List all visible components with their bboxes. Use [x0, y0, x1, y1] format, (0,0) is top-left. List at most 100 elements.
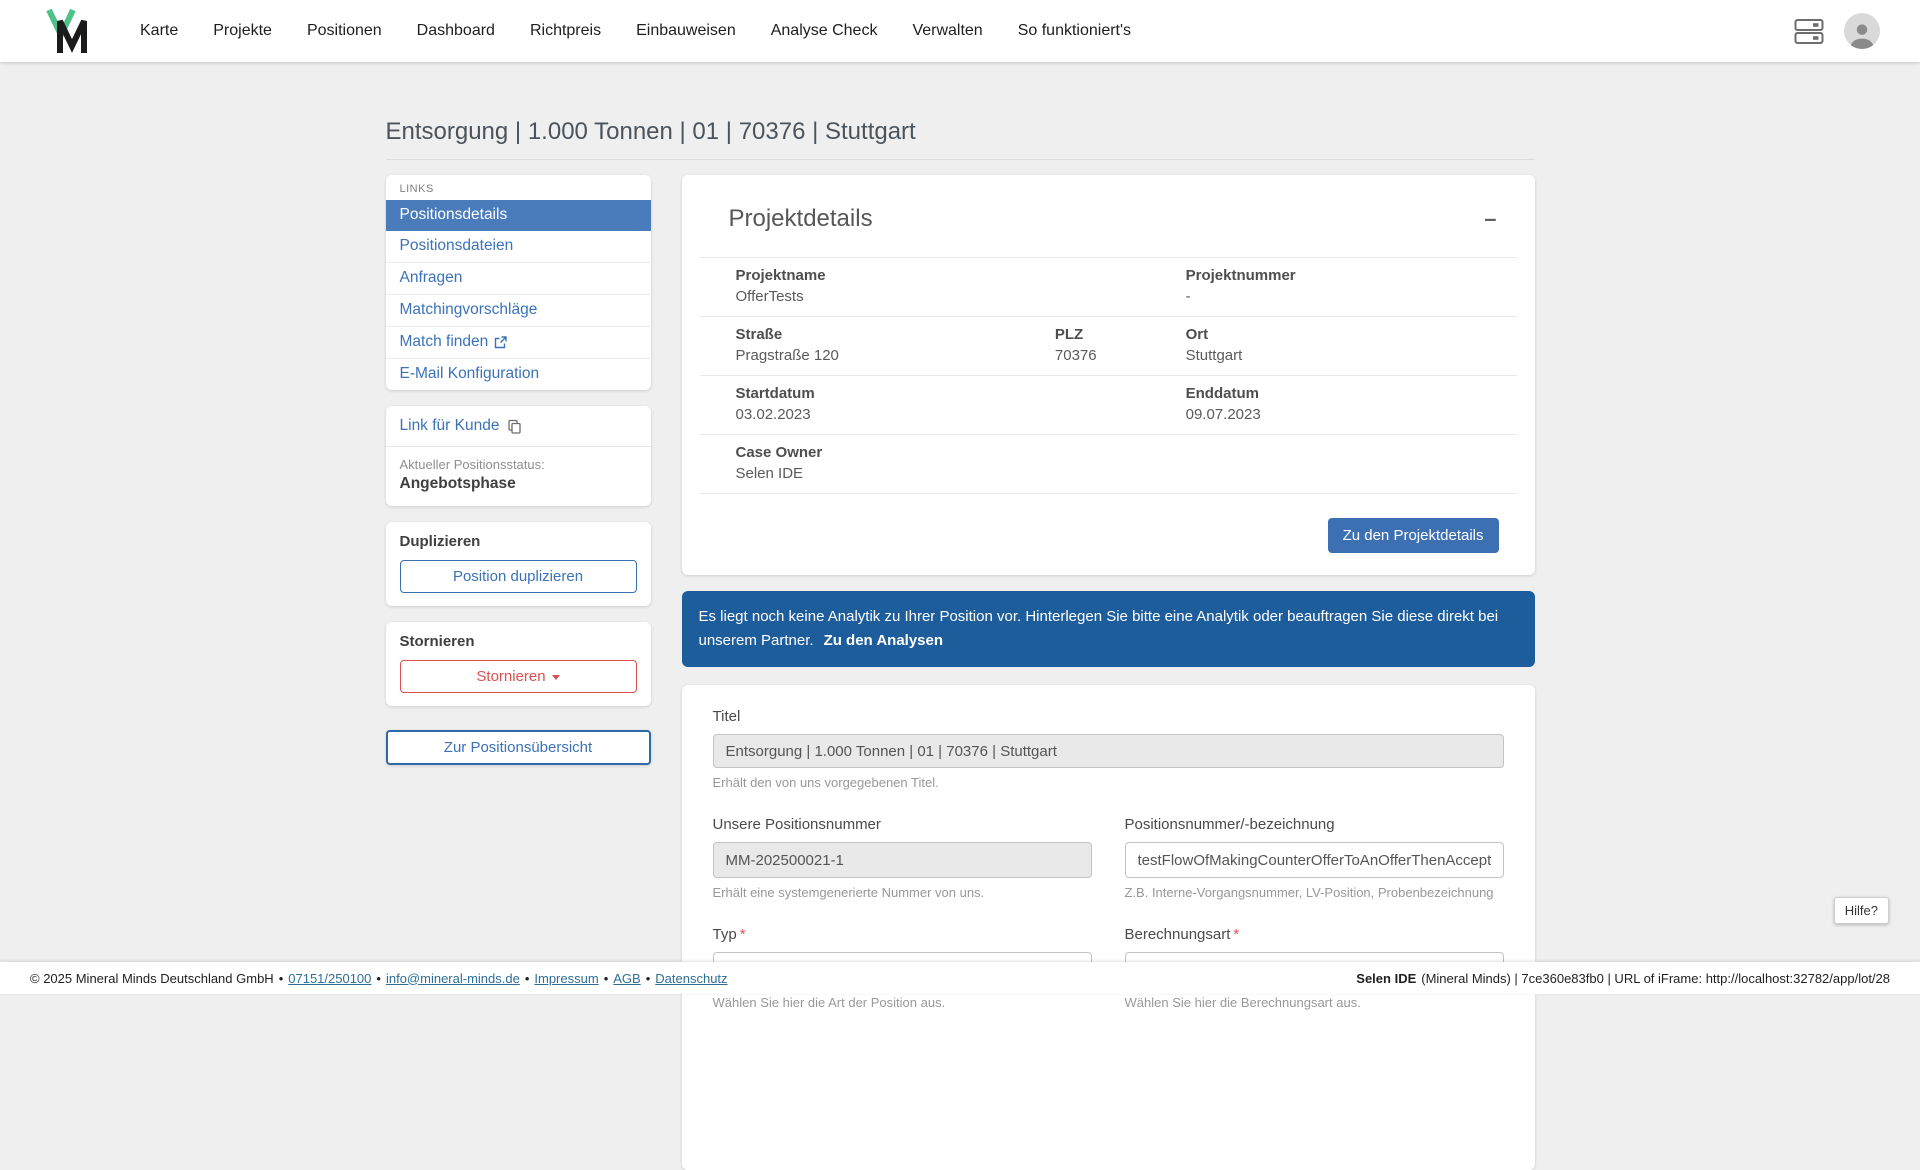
nav-item-einbauweisen[interactable]: Einbauweisen: [636, 22, 736, 40]
phone-link[interactable]: 07151/250100: [288, 971, 371, 986]
titel-label: Titel: [712, 708, 741, 725]
field-projektname: Projektname OfferTests: [700, 267, 1055, 305]
nav-item-richtpreis[interactable]: Richtpreis: [530, 22, 601, 40]
nav-item-positionen[interactable]: Positionen: [307, 22, 382, 40]
email-link[interactable]: info@mineral-minds.de: [386, 971, 520, 986]
alert-text: Es liegt noch keine Analytik zu Ihrer Po…: [698, 608, 1499, 649]
cancel-button-label: Stornieren: [476, 668, 546, 685]
field-label: PLZ: [1054, 326, 1084, 343]
table-row: Startdatum 03.02.2023 Enddatum 09.07.202…: [699, 376, 1517, 435]
field-projektnummer: Projektnummer -: [1186, 267, 1517, 305]
berechnungsart-helper: Wählen Sie hier die Berechnungsart aus.: [1124, 995, 1361, 1010]
position-status-label: Aktueller Positionsstatus:: [399, 457, 545, 472]
footer: © 2025 Mineral Minds Deutschland GmbH • …: [0, 962, 1920, 994]
field-label: Case Owner: [735, 444, 823, 461]
sidebar-item-label: Positionsdetails: [399, 206, 508, 223]
position-number-helper: Z.B. Interne-Vorgangsnummer, LV-Position…: [1124, 885, 1494, 900]
cancel-card: Stornieren Stornieren: [385, 622, 651, 706]
field-label: Projektnummer: [1185, 267, 1296, 284]
nav-item-so-funktionierts[interactable]: So funktioniert's: [1018, 22, 1131, 40]
sidebar-item-label: Match finden: [399, 333, 489, 350]
page-content: Entsorgung | 1.000 Tonnen | 01 | 70376 |…: [385, 62, 1535, 1170]
typ-label-text: Typ: [712, 926, 737, 943]
field-value: Pragstraße 120: [735, 347, 839, 364]
field-strasse: Straße Pragstraße 120: [700, 326, 1055, 364]
customer-link-label: Link für Kunde: [399, 417, 500, 434]
separator: •: [376, 970, 381, 986]
footer-left: © 2025 Mineral Minds Deutschland GmbH • …: [30, 971, 728, 986]
cancel-header: Stornieren: [399, 633, 475, 650]
position-overview-button[interactable]: Zur Positionsübersicht: [385, 730, 651, 765]
go-to-analyses-link[interactable]: Zu den Analysen: [824, 632, 943, 649]
session-user-name: Selen IDE: [1356, 970, 1417, 986]
field-label: Projektname: [735, 267, 826, 284]
sidebar-item-positionsdetails[interactable]: Positionsdetails: [385, 200, 651, 231]
duplicate-position-button[interactable]: Position duplizieren: [399, 560, 637, 593]
duplicate-card: Duplizieren Position duplizieren: [385, 522, 651, 606]
collapse-minus-icon[interactable]: –: [1484, 208, 1496, 230]
nav-item-analyse-check[interactable]: Analyse Check: [771, 22, 878, 40]
field-plz: PLZ 70376: [1055, 326, 1186, 364]
field-ort: Ort Stuttgart: [1186, 326, 1517, 364]
berechnungsart-label: Berechnungsart *: [1125, 926, 1504, 943]
titel-helper: Erhält den von uns vorgegebenen Titel.: [712, 775, 939, 790]
required-asterisk: *: [739, 926, 746, 943]
position-form-card: Titel Erhält den von uns vorgegebenen Ti…: [681, 685, 1535, 1170]
datenschutz-link[interactable]: Datenschutz: [655, 971, 727, 986]
impressum-link[interactable]: Impressum: [534, 971, 598, 986]
position-status-value: Angebotsphase: [399, 475, 516, 492]
berechnungsart-label-text: Berechnungsart: [1124, 926, 1231, 943]
field-label: Ort: [1185, 326, 1209, 343]
separator: •: [524, 970, 530, 986]
user-avatar-icon[interactable]: [1844, 13, 1880, 49]
copy-icon: [508, 419, 522, 434]
sidebar-item-label: E-Mail Konfiguration: [399, 365, 540, 382]
field-label: Enddatum: [1185, 385, 1259, 402]
nav-item-projekte[interactable]: Projekte: [213, 22, 272, 40]
position-number-label: Positionsnummer/-bezeichnung: [1124, 816, 1335, 833]
sidebar-item-email-konfiguration[interactable]: E-Mail Konfiguration: [386, 359, 651, 390]
agb-link[interactable]: AGB: [613, 971, 640, 986]
chevron-down-icon: [551, 674, 560, 680]
sidebar-item-match-finden[interactable]: Match finden: [385, 327, 651, 359]
our-position-number-input: [712, 842, 1092, 878]
sidebar-item-positionsdateien[interactable]: Positionsdateien: [385, 231, 651, 263]
our-position-number-label: Unsere Positionsnummer: [712, 816, 881, 833]
field-label: Startdatum: [735, 385, 815, 402]
nav-item-karte[interactable]: Karte: [140, 22, 178, 40]
our-position-number-group: Unsere Positionsnummer Erhält eine syste…: [712, 816, 1092, 900]
field-startdatum: Startdatum 03.02.2023: [700, 385, 1055, 423]
mineral-minds-logo-icon[interactable]: [46, 8, 88, 54]
required-asterisk: *: [1233, 926, 1240, 943]
table-row: Case Owner Selen IDE: [699, 435, 1517, 494]
go-to-project-details-button[interactable]: Zu den Projektdetails: [1327, 518, 1499, 553]
main-nav: Karte Projekte Positionen Dashboard Rich…: [140, 22, 1131, 40]
navbar: Karte Projekte Positionen Dashboard Rich…: [0, 0, 1920, 62]
main-column: Projektdetails – Projektname OfferTests …: [681, 175, 1535, 1170]
field-label: Straße: [735, 326, 783, 343]
field-value: 70376: [1054, 347, 1097, 364]
sidebar: LINKS Positionsdetails Positionsdateien …: [385, 175, 651, 765]
sidebar-item-anfragen[interactable]: Anfragen: [385, 263, 651, 295]
field-value: OfferTests: [735, 288, 804, 305]
our-position-number-helper: Erhält eine systemgenerierte Nummer von …: [712, 885, 985, 900]
separator: •: [278, 970, 284, 986]
session-info-text: (Mineral Minds) | 7ce360e83fb0 | URL of …: [1421, 970, 1890, 986]
cancel-dropdown-button[interactable]: Stornieren: [399, 660, 637, 693]
help-button[interactable]: Hilfe?: [1833, 897, 1889, 924]
sidebar-item-matchingvorschlaege[interactable]: Matchingvorschläge: [385, 295, 651, 327]
nav-item-dashboard[interactable]: Dashboard: [417, 22, 495, 40]
links-header: LINKS: [399, 183, 434, 195]
page-title: Entsorgung | 1.000 Tonnen | 01 | 70376 |…: [385, 118, 916, 145]
navbar-right: [1794, 13, 1880, 49]
sidebar-links-card: LINKS Positionsdetails Positionsdateien …: [385, 175, 651, 390]
position-number-input[interactable]: [1124, 842, 1504, 878]
project-details-title: Projektdetails: [728, 205, 873, 232]
customer-link[interactable]: Link für Kunde: [400, 417, 637, 435]
copyright-text: © 2025 Mineral Minds Deutschland GmbH: [30, 970, 274, 986]
analytics-alert: Es liegt noch keine Analytik zu Ihrer Po…: [681, 591, 1535, 667]
windows-stack-icon[interactable]: [1794, 18, 1824, 45]
customer-link-card: Link für Kunde Aktueller Positionsstatus…: [385, 406, 651, 506]
field-value: Selen IDE: [735, 465, 804, 482]
nav-item-verwalten[interactable]: Verwalten: [912, 22, 982, 40]
